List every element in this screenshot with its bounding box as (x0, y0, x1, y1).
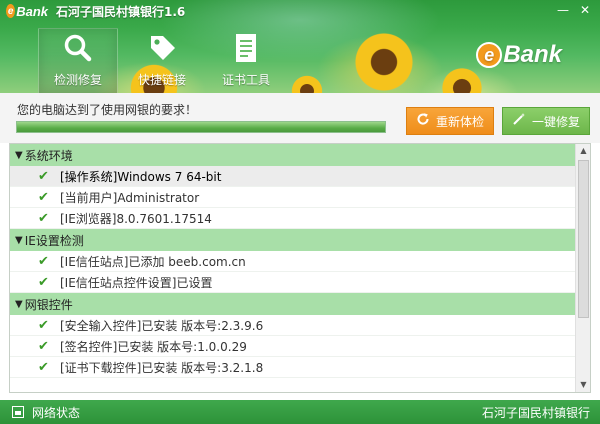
wand-icon (512, 112, 526, 130)
one-click-repair-button[interactable]: 一键修复 (502, 107, 590, 135)
check-result-message: 您的电脑达到了使用网银的要求！ (17, 103, 198, 117)
check-icon: ✔ (38, 168, 49, 184)
list-item[interactable]: ✔ [IE浏览器]8.0.7601.17514 (10, 208, 576, 229)
list-item-text: [IE信任站点]已添加 beeb.com.cn (60, 254, 246, 269)
status-bar: 网络状态 石河子国民村镇银行 (0, 400, 600, 424)
list-content: ▼ 系统环境 ✔ [操作系统]Windows 7 64-bit ✔ [当前用户]… (10, 144, 576, 378)
header-banner: e Bank 石河子国民村镇银行1.6 — ✕ 检测修复 快捷链接 证书工具 e… (0, 0, 600, 93)
nav-tab-label: 证书工具 (221, 73, 270, 87)
category-label: 网银控件 (24, 297, 73, 312)
category-label: 系统环境 (24, 148, 73, 163)
list-item[interactable]: ✔ [操作系统]Windows 7 64-bit (10, 166, 576, 187)
list-item-text: [IE浏览器]8.0.7601.17514 (60, 211, 212, 226)
app-logo: e Bank (6, 3, 48, 19)
scroll-down-icon[interactable]: ▼ (576, 378, 590, 392)
check-icon: ✔ (38, 189, 49, 205)
check-icon: ✔ (38, 210, 49, 226)
list-item-text: [IE信任站点控件设置]已设置 (60, 275, 213, 290)
nav-tab-certificate-tools[interactable]: 证书工具 (206, 28, 286, 93)
check-icon: ✔ (38, 274, 49, 290)
refresh-icon (416, 112, 430, 130)
check-result-list[interactable]: ▼ 系统环境 ✔ [操作系统]Windows 7 64-bit ✔ [当前用户]… (9, 143, 591, 393)
list-item-text: [签名控件]已安装 版本号:1.0.0.29 (60, 339, 247, 354)
list-item-text: [证书下载控件]已安装 版本号:3.2.1.8 (60, 360, 264, 375)
progress-fill (17, 122, 385, 132)
check-status-area: 您的电脑达到了使用网银的要求！ 重新体检 一键修复 (0, 93, 600, 143)
list-item[interactable]: ✔ [签名控件]已安装 版本号:1.0.0.29 (10, 336, 576, 357)
scroll-thumb[interactable] (578, 160, 589, 318)
list-item[interactable]: ✔ [IE信任站点]已添加 beeb.com.cn (10, 251, 576, 272)
brand-logo: e Bank (476, 40, 562, 70)
list-item-text: [操作系统]Windows 7 64-bit (60, 169, 222, 184)
list-item[interactable]: ✔ [IE信任站点控件设置]已设置 (10, 272, 576, 293)
collapse-arrow-icon: ▼ (15, 149, 23, 161)
magnifier-icon (61, 31, 95, 65)
check-icon: ✔ (38, 359, 49, 375)
window-title: 石河子国民村镇银行1.6 (56, 4, 186, 19)
list-item[interactable]: ✔ [安全输入控件]已安装 版本号:2.3.9.6 (10, 315, 576, 336)
nav-tab-quick-links[interactable]: 快捷链接 (122, 28, 202, 93)
vertical-scrollbar[interactable]: ▲ ▼ (575, 144, 590, 392)
check-icon: ✔ (38, 338, 49, 354)
list-item[interactable]: ✔ [证书下载控件]已安装 版本号:3.2.1.8 (10, 357, 576, 378)
scroll-up-icon[interactable]: ▲ (576, 144, 590, 158)
list-item-text: [当前用户]Administrator (60, 190, 200, 205)
check-icon: ✔ (38, 253, 49, 269)
sunflower-decoration (352, 30, 416, 93)
network-icon (12, 406, 24, 418)
list-item-text: [安全输入控件]已安装 版本号:2.3.9.6 (60, 318, 264, 333)
main-nav: 检测修复 快捷链接 证书工具 (38, 28, 286, 93)
title-bar[interactable]: e Bank 石河子国民村镇银行1.6 — ✕ (0, 0, 600, 22)
document-icon (229, 31, 263, 65)
nav-tab-label: 快捷链接 (137, 73, 186, 87)
recheck-label: 重新体检 (435, 114, 484, 129)
check-icon: ✔ (38, 317, 49, 333)
nav-tab-label: 检测修复 (53, 73, 102, 87)
window-controls: — ✕ (554, 2, 594, 18)
category-ie-settings[interactable]: ▼ IE设置检测 (10, 229, 576, 251)
tag-icon (145, 31, 179, 65)
category-ebank-controls[interactable]: ▼ 网银控件 (10, 293, 576, 315)
category-label: IE设置检测 (24, 233, 84, 248)
collapse-arrow-icon: ▼ (15, 234, 23, 246)
repair-label: 一键修复 (531, 114, 580, 129)
category-system-environment[interactable]: ▼ 系统环境 (10, 144, 576, 166)
collapse-arrow-icon: ▼ (15, 298, 23, 310)
nav-tab-check-repair[interactable]: 检测修复 (38, 28, 118, 93)
close-button[interactable]: ✕ (576, 2, 594, 18)
bank-name: 石河子国民村镇银行 (481, 406, 590, 420)
minimize-button[interactable]: — (554, 2, 572, 18)
network-status-link[interactable]: 网络状态 (32, 404, 80, 421)
recheck-button[interactable]: 重新体检 (406, 107, 494, 135)
list-item[interactable]: ✔ [当前用户]Administrator (10, 187, 576, 208)
check-progress-bar (16, 121, 386, 133)
